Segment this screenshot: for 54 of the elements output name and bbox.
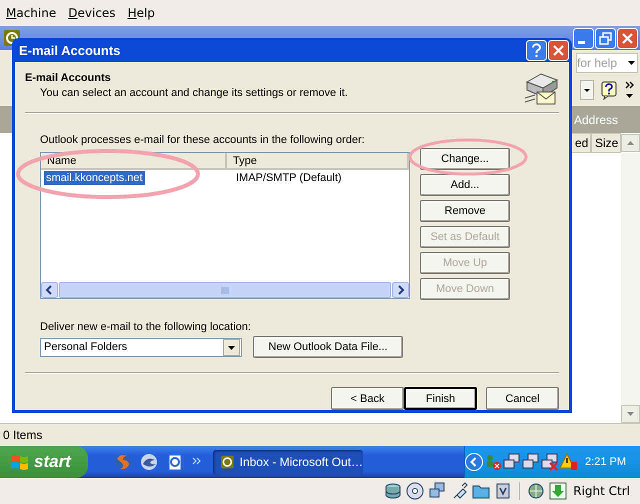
download-arrow-icon[interactable] [549, 482, 568, 500]
dialog-button[interactable]: Remove [420, 200, 510, 222]
network-icon[interactable] [522, 453, 540, 471]
network-error-icon[interactable] [541, 453, 559, 471]
menu-item[interactable]: Help [128, 6, 155, 20]
network-people-icon[interactable] [484, 453, 502, 471]
dropdown-arrow-icon [628, 61, 635, 65]
grip-icon [220, 286, 230, 294]
list-label: Outlook processes e-mail for these accounts in the following order: [40, 134, 366, 146]
new-data-file-button[interactable]: New Outlook Data File... [253, 336, 403, 358]
menu-item[interactable]: Machine [6, 6, 56, 20]
table-cell-text: IMAP/SMTP (Default) [235, 172, 342, 184]
network-icon[interactable] [503, 453, 521, 471]
dialog-subtitle: You can select an account and change its settings or remove it. [39, 87, 348, 99]
column-header[interactable]: Size [591, 133, 621, 153]
expand-tray-button[interactable] [465, 453, 483, 471]
dialog-button[interactable]: < Back [331, 387, 404, 410]
close-button[interactable] [548, 40, 569, 60]
dialog-button[interactable]: Finish [404, 387, 477, 410]
windows-flag-icon [10, 453, 30, 471]
help-icon[interactable] [600, 80, 618, 100]
restore-button[interactable] [595, 28, 616, 48]
clock-icon [221, 454, 234, 470]
location-label: Deliver new e-mail to the following location: [40, 321, 252, 333]
status-text: 0 Items [3, 428, 42, 442]
host-key-label: Right Ctrl [573, 484, 630, 498]
window-title: E-mail Accounts [19, 42, 120, 58]
menu-item[interactable]: Devices [68, 6, 116, 20]
close-button[interactable] [617, 28, 638, 48]
taskbar-button[interactable]: Inbox - Microsoft Out… [213, 450, 363, 474]
scroll-right-button[interactable] [392, 282, 409, 298]
server-mail-icon [523, 72, 559, 106]
column-header[interactable]: ed [571, 133, 591, 153]
scrollbar[interactable] [621, 153, 640, 423]
network-icon[interactable] [428, 482, 446, 500]
scroll-down-button[interactable] [621, 405, 640, 423]
dropdown-button[interactable] [580, 80, 594, 100]
location-dropdown[interactable]: Personal Folders [40, 338, 242, 356]
disc-icon[interactable] [406, 482, 424, 500]
list-item[interactable]: smail.kkoncepts.net [44, 171, 145, 185]
scroll-up-button[interactable] [621, 134, 640, 152]
hard-disk-icon[interactable] [384, 482, 402, 500]
column-header[interactable]: Type [227, 153, 409, 170]
scroll-left-button[interactable] [41, 282, 58, 298]
dialog-button[interactable]: Add... [420, 174, 510, 196]
minimize-button[interactable] [573, 28, 594, 48]
dialog-button[interactable]: Change... [420, 148, 510, 170]
dialog-button[interactable]: Cancel [486, 387, 559, 410]
clock: 2:21 PM [585, 456, 626, 468]
chevron-icon[interactable] [624, 80, 634, 100]
help-button[interactable] [526, 40, 547, 60]
document-icon[interactable] [166, 453, 184, 471]
dialog-heading: E-mail Accounts [25, 72, 112, 84]
scrollbar-thumb[interactable] [59, 282, 391, 298]
